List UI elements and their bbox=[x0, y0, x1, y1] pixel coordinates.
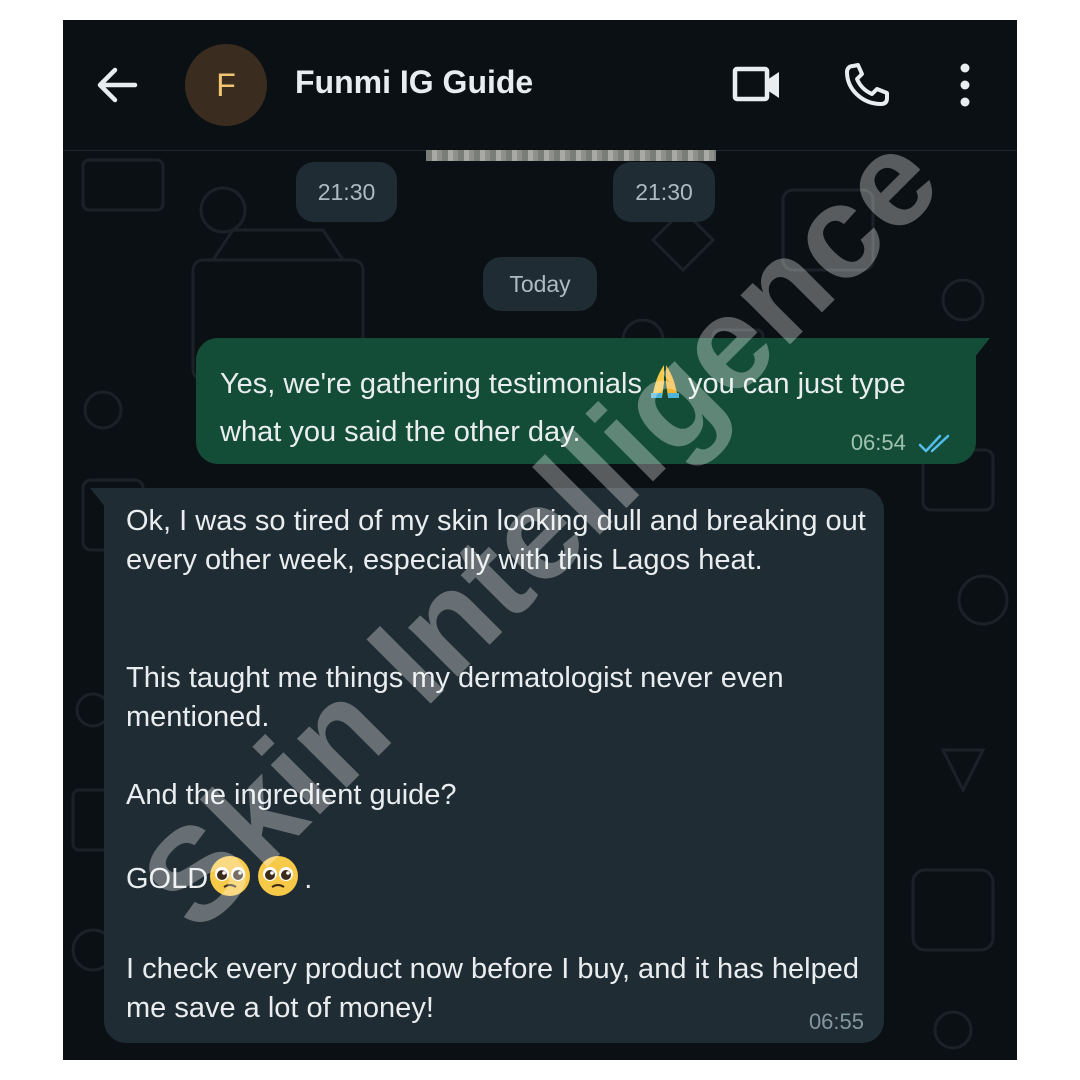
previous-image-preview[interactable] bbox=[426, 150, 716, 161]
video-camera-icon[interactable] bbox=[731, 62, 783, 108]
double-check-read-icon bbox=[918, 434, 950, 453]
message-paragraph: I check every product now before I buy, … bbox=[126, 953, 859, 1024]
date-separator: Today bbox=[483, 257, 597, 311]
message-time: 06:55 bbox=[808, 1009, 864, 1034]
more-vertical-icon[interactable] bbox=[943, 62, 987, 108]
arrow-left-icon[interactable] bbox=[93, 62, 143, 108]
bubble-tail bbox=[974, 338, 990, 358]
contact-name[interactable]: Funmi IG Guide bbox=[295, 64, 533, 101]
phone-icon[interactable] bbox=[843, 62, 895, 108]
contact-avatar[interactable]: F bbox=[185, 44, 267, 126]
message-meta: 06:54 bbox=[851, 430, 954, 456]
message-time: 06:54 bbox=[850, 430, 906, 455]
bubble-tail bbox=[90, 488, 106, 508]
message-time: 21:30 bbox=[613, 162, 715, 222]
message-time: 21:30 bbox=[296, 162, 397, 222]
